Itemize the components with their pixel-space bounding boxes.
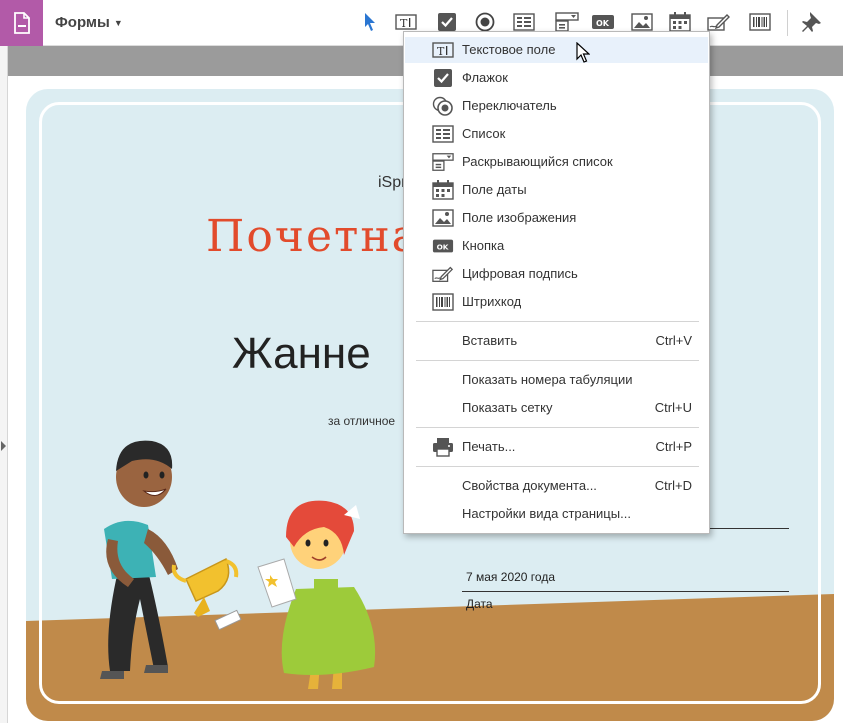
menu-item-print[interactable]: Печать... Ctrl+P: [405, 434, 708, 460]
printer-icon: [432, 437, 454, 457]
menu-separator: [416, 466, 699, 467]
svg-text:T: T: [437, 45, 445, 58]
menu-item-label: Текстовое поле: [462, 42, 556, 57]
select-arrow-icon[interactable]: [358, 10, 382, 34]
barcode-icon[interactable]: [748, 10, 772, 34]
boy-figure: [100, 440, 178, 679]
menu-item-shortcut: Ctrl+U: [654, 400, 692, 415]
digital-signature-icon[interactable]: [707, 10, 731, 34]
menu-item-label: Список: [462, 126, 506, 141]
menu-item-label: Флажок: [462, 70, 508, 85]
menu-item-shortcut: Ctrl+V: [655, 333, 692, 348]
button-ok-icon: OK: [432, 236, 454, 256]
date-line: [462, 591, 789, 592]
menu-item-label: Настройки вида страницы...: [462, 506, 631, 521]
menu-item-label: Вставить: [462, 333, 518, 348]
svg-text:T: T: [400, 17, 408, 30]
menu-item-show-tab-order[interactable]: Показать номера табуляции: [405, 367, 708, 393]
menu-item-dropdown-list[interactable]: Раскрывающийся список: [405, 149, 708, 175]
menu-item-image-field[interactable]: Поле изображения: [405, 205, 708, 231]
forms-editor-window: Формы ▼ T OK iSpr Почетна Жанне за отлич…: [0, 0, 843, 723]
svg-text:OK: OK: [596, 19, 610, 28]
menu-item-barcode[interactable]: Штрихкод: [405, 289, 708, 315]
menu-item-date-field[interactable]: Поле даты: [405, 177, 708, 203]
menu-item-shortcut: Ctrl+D: [654, 478, 692, 493]
menu-item-label: Кнопка: [462, 238, 505, 253]
barcode-icon: [432, 292, 454, 312]
dropdown-list-icon: [432, 152, 454, 172]
checkbox-icon: [432, 68, 454, 88]
list-box-icon: [432, 124, 454, 144]
menu-item-page-view-settings[interactable]: Настройки вида страницы...: [405, 501, 708, 527]
left-panel-gutter[interactable]: [0, 46, 8, 723]
caret-down-icon: ▼: [113, 17, 123, 28]
menu-item-label: Показать сетку: [462, 400, 553, 415]
text-field-icon: T: [432, 40, 454, 60]
menu-item-show-grid[interactable]: Показать сетку Ctrl+U: [405, 395, 708, 421]
menu-separator: [416, 360, 699, 361]
menu-item-shortcut: Ctrl+P: [655, 439, 692, 454]
menu-item-label: Штрихкод: [462, 294, 522, 309]
menu-item-label: Поле даты: [462, 182, 527, 197]
expand-panel-arrow-icon[interactable]: [1, 441, 6, 451]
menu-item-radio-button[interactable]: Переключатель: [405, 93, 708, 119]
image-field-icon: [432, 208, 454, 228]
menu-item-text-field[interactable]: T Текстовое поле: [405, 37, 708, 63]
menu-item-label: Печать...: [462, 439, 516, 454]
toolbar-separator: [787, 10, 788, 36]
forms-dropdown-menu: T Текстовое поле Флажок Переключатель Сп…: [403, 31, 710, 534]
digital-signature-icon: [432, 264, 454, 284]
menu-item-button[interactable]: OK Кнопка: [405, 233, 708, 259]
date-label: Дата: [466, 597, 493, 611]
menu-item-list-box[interactable]: Список: [405, 121, 708, 147]
menu-separator: [416, 427, 699, 428]
pin-icon[interactable]: [800, 10, 824, 34]
menu-item-label: Переключатель: [462, 98, 557, 113]
menu-item-label: Поле изображения: [462, 210, 577, 225]
menu-item-label: Раскрывающийся список: [462, 154, 613, 169]
forms-menu-button[interactable]: Формы ▼: [55, 14, 123, 31]
svg-text:OK: OK: [437, 243, 449, 252]
menu-item-checkbox[interactable]: Флажок: [405, 65, 708, 91]
menu-item-label: Свойства документа...: [462, 478, 597, 493]
menu-item-label: Показать номера табуляции: [462, 372, 633, 387]
menu-separator: [416, 321, 699, 322]
menu-item-paste[interactable]: Вставить Ctrl+V: [405, 328, 708, 354]
recipient-name: Жанне: [232, 329, 371, 378]
date-value: 7 мая 2020 года: [466, 570, 555, 584]
radio-button-icon: [432, 96, 454, 116]
menu-item-document-properties[interactable]: Свойства документа... Ctrl+D: [405, 473, 708, 499]
certificate-title: Почетна: [206, 211, 420, 262]
forms-menu-label: Формы: [55, 14, 110, 31]
date-field-icon: [432, 180, 454, 200]
girl-figure: [257, 500, 376, 689]
mouse-cursor-icon: [576, 42, 590, 63]
menu-item-label: Цифровая подпись: [462, 266, 578, 281]
document-app-icon[interactable]: [0, 0, 43, 46]
menu-item-digital-signature[interactable]: Цифровая подпись: [405, 261, 708, 287]
kids-illustration: [100, 440, 376, 689]
trophy-figure: [171, 557, 242, 631]
